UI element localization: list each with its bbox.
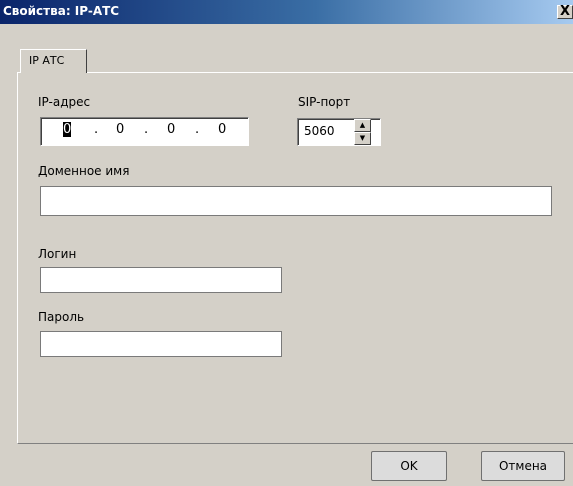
spin-up-icon[interactable]: ▲ (354, 119, 371, 132)
login-label: Логин (38, 247, 77, 261)
login-field[interactable] (40, 267, 282, 293)
password-field[interactable] (40, 331, 282, 357)
ok-button[interactable]: OK (371, 451, 447, 481)
ip-octet-1[interactable]: 0 (63, 122, 72, 137)
cancel-button[interactable]: Отмена (481, 451, 565, 481)
ip-octet-3[interactable]: 0 (167, 122, 175, 137)
sip-port-stepper[interactable]: 5060 ▲ ▼ (297, 118, 381, 146)
domain-name-field[interactable] (40, 186, 552, 216)
ip-address-input[interactable]: 0 . 0 . 0 . 0 (40, 117, 249, 146)
title-bar: Свойства: IP-АТС X (0, 0, 573, 24)
spin-down-icon[interactable]: ▼ (354, 132, 371, 145)
ip-dot: . (144, 122, 149, 137)
tab-ip-ats[interactable]: IP АТС (20, 49, 87, 73)
domain-name-label: Доменное имя (38, 164, 130, 178)
ip-dot: . (195, 122, 200, 137)
window-title: Свойства: IP-АТС (3, 4, 120, 18)
ip-address-label: IP-адрес (38, 95, 91, 109)
close-button[interactable]: X (557, 4, 573, 19)
tab-label: IP АТС (29, 54, 65, 67)
ip-dot: . (94, 122, 99, 137)
password-label: Пароль (38, 310, 85, 324)
ip-octet-2[interactable]: 0 (116, 122, 124, 137)
close-icon: X (560, 4, 571, 19)
sip-port-label: SIP-порт (298, 95, 351, 109)
sip-port-value: 5060 (304, 124, 335, 138)
ip-octet-4[interactable]: 0 (218, 122, 226, 137)
